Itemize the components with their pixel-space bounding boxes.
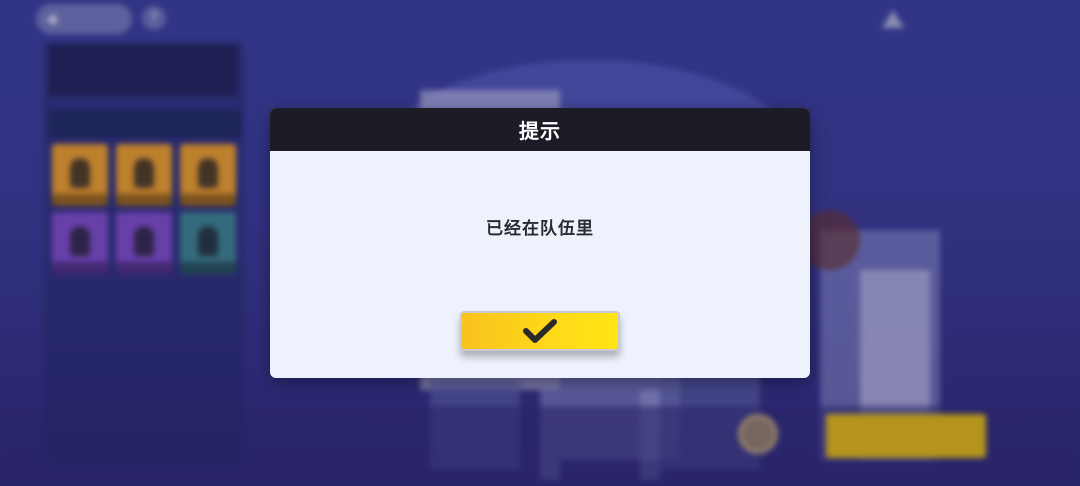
dialog-title: 提示 [519, 119, 561, 143]
game-screen: ◀ ? 提示 已经在队伍里 [0, 0, 1080, 486]
dialog-message: 已经在队伍里 [486, 219, 594, 239]
notice-dialog: 提示 已经在队伍里 [270, 108, 810, 378]
confirm-button[interactable] [460, 311, 620, 351]
checkmark-icon [523, 319, 557, 343]
dialog-header: 提示 [270, 108, 810, 151]
